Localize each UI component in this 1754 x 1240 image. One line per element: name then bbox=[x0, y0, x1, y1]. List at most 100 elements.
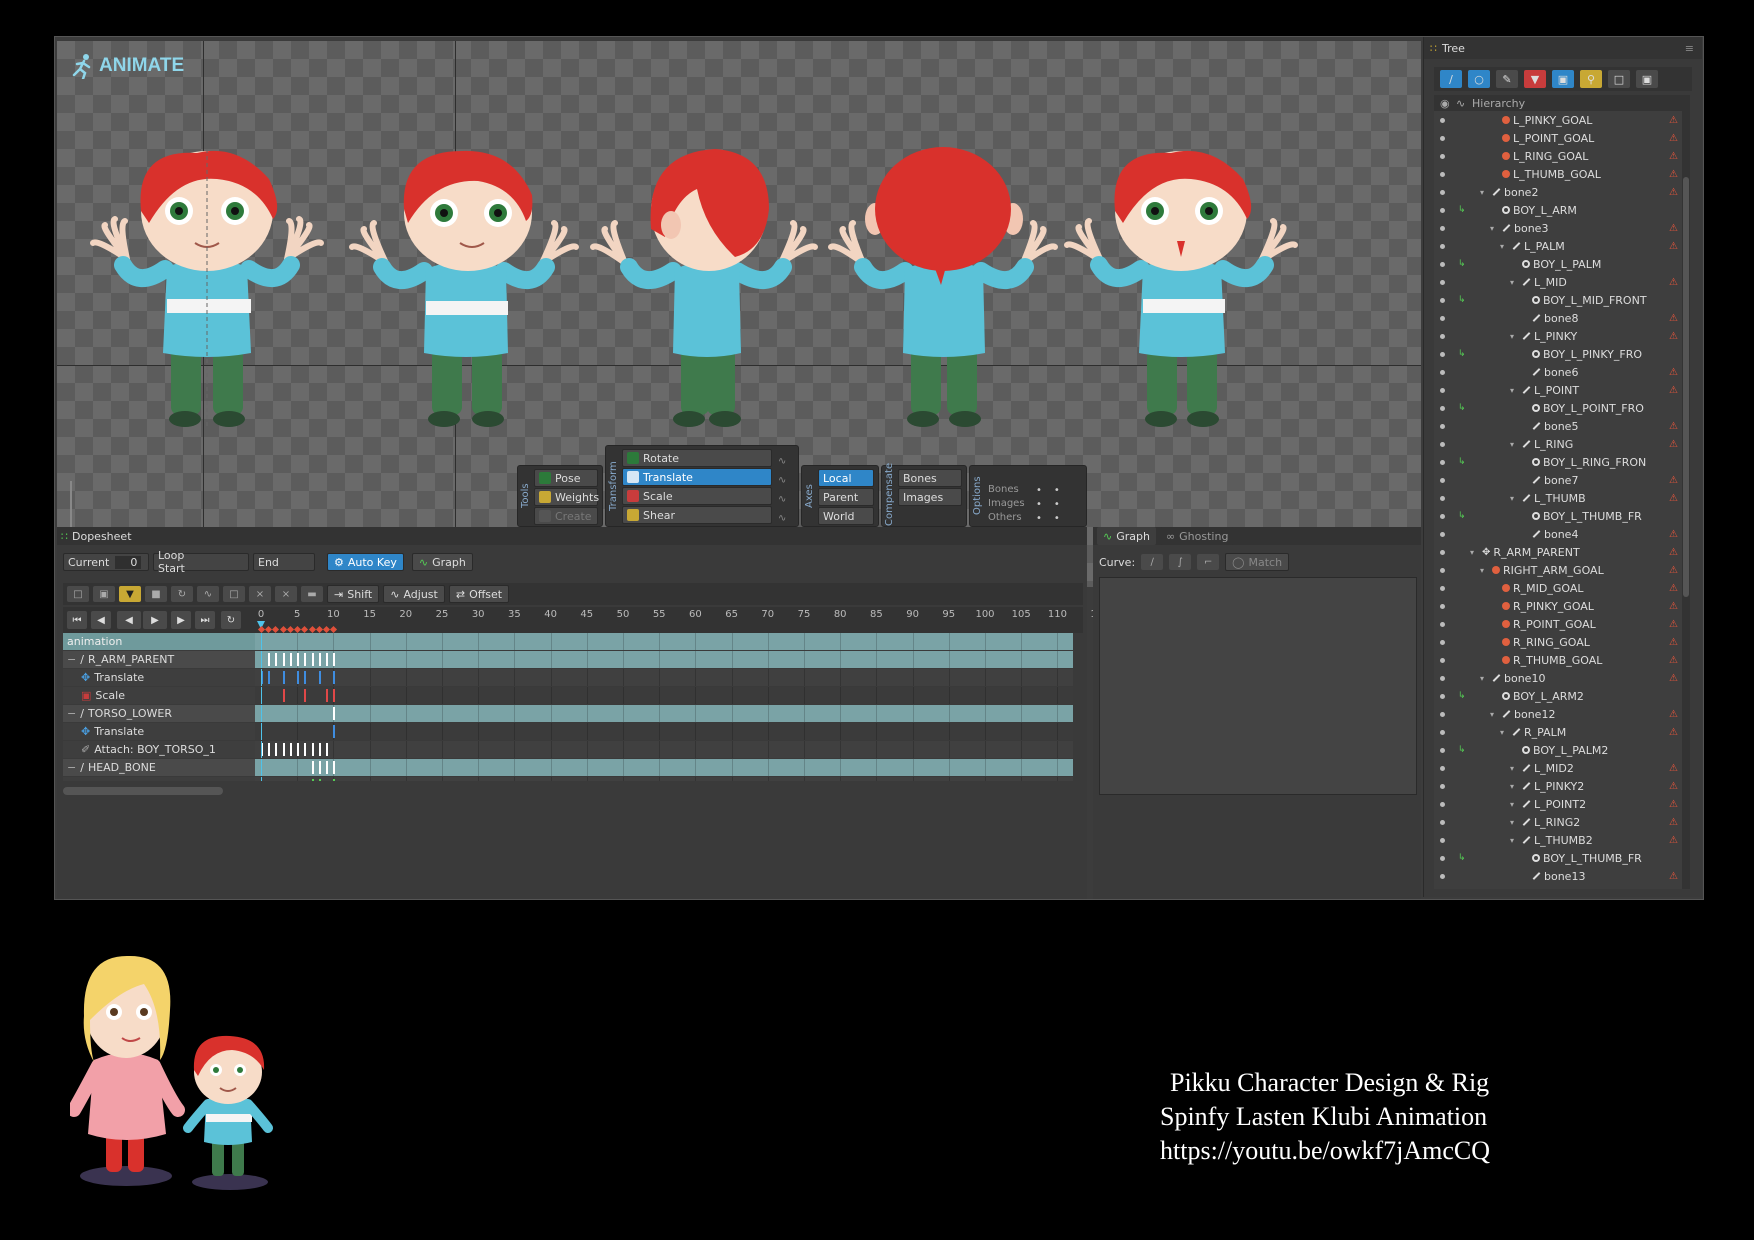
dopesheet-track-row[interactable]: ▣ Scale bbox=[63, 687, 1073, 704]
tree-item[interactable]: ▾ L_PINKY ⚠ bbox=[1434, 327, 1690, 345]
keyframe[interactable] bbox=[275, 653, 278, 666]
tree-item[interactable]: R_THUMB_GOAL ⚠ bbox=[1434, 651, 1690, 669]
last-frame-icon[interactable]: ⏭ bbox=[195, 611, 215, 629]
options-toggles[interactable]: •• •• •• bbox=[1036, 484, 1072, 526]
next-key-icon[interactable]: ▶ bbox=[171, 611, 191, 629]
keyframe[interactable] bbox=[304, 671, 307, 684]
keyframe[interactable] bbox=[282, 653, 285, 666]
key-diamond[interactable] bbox=[286, 625, 294, 634]
expand-caret-icon[interactable]: ▾ bbox=[1490, 224, 1499, 233]
tree-item[interactable]: ↳ BOY_L_THUMB_FR bbox=[1434, 507, 1690, 525]
expand-caret-icon[interactable]: ▾ bbox=[1510, 494, 1519, 503]
visibility-dot-icon[interactable] bbox=[1440, 315, 1445, 321]
current-value[interactable]: 0 bbox=[115, 555, 142, 569]
tree-item[interactable]: L_PINKY_GOAL ⚠ bbox=[1434, 111, 1690, 129]
zoom-slider[interactable] bbox=[70, 481, 72, 531]
match-button[interactable]: ◯ Match bbox=[1225, 553, 1290, 571]
visibility-dot-icon[interactable] bbox=[1440, 819, 1445, 825]
keyframe[interactable] bbox=[268, 743, 271, 756]
keyframe[interactable] bbox=[311, 653, 314, 666]
visibility-dot-icon[interactable] bbox=[1440, 675, 1445, 681]
tree-item[interactable]: ▾ bone12 ⚠ bbox=[1434, 705, 1690, 723]
filter-icon[interactable]: ▼ bbox=[119, 586, 141, 602]
visibility-dot-icon[interactable] bbox=[1440, 621, 1445, 627]
offset-button[interactable]: ⇄ Offset bbox=[448, 585, 510, 603]
keyframe[interactable] bbox=[333, 779, 336, 781]
duplicate-icon[interactable]: □ bbox=[223, 586, 245, 602]
current-frame-field[interactable]: Current 0 bbox=[63, 553, 149, 571]
expand-caret-icon[interactable]: ▾ bbox=[1480, 188, 1489, 197]
keyframe[interactable] bbox=[282, 671, 285, 684]
tree-item[interactable]: ↳ BOY_L_PALM2 bbox=[1434, 741, 1690, 759]
tree-item[interactable]: ↳ BOY_L_PALM bbox=[1434, 255, 1690, 273]
visibility-dot-icon[interactable] bbox=[1440, 171, 1445, 177]
tree-item[interactable]: ▾ ✥ R_ARM_PARENT ⚠ bbox=[1434, 543, 1690, 561]
attachments-filter-icon[interactable]: ✎ bbox=[1496, 70, 1518, 88]
key-diamond[interactable] bbox=[279, 625, 287, 634]
keyframe[interactable] bbox=[318, 743, 321, 756]
visibility-dot-icon[interactable] bbox=[1440, 549, 1445, 555]
keyframe[interactable] bbox=[318, 653, 321, 666]
track-lane[interactable] bbox=[255, 759, 1073, 776]
clear-icon[interactable]: × bbox=[275, 586, 297, 602]
collapse-icon[interactable]: − bbox=[67, 653, 76, 666]
dopesheet-track-row[interactable]: animation bbox=[63, 633, 1073, 650]
track-lane[interactable] bbox=[255, 669, 1073, 686]
visibility-dot-icon[interactable] bbox=[1440, 567, 1445, 573]
tree-item[interactable]: ▾ bone3 ⚠ bbox=[1434, 219, 1690, 237]
visibility-dot-icon[interactable] bbox=[1440, 495, 1445, 501]
visibility-dot-icon[interactable] bbox=[1440, 423, 1445, 429]
character-back-view[interactable] bbox=[823, 139, 1063, 459]
tree-item[interactable]: L_THUMB_GOAL ⚠ bbox=[1434, 165, 1690, 183]
character-three-quarter-view[interactable] bbox=[342, 139, 582, 459]
tree-item[interactable]: ▾ L_PALM ⚠ bbox=[1434, 237, 1690, 255]
visibility-dot-icon[interactable] bbox=[1440, 603, 1445, 609]
graph-tab[interactable]: ∿ Graph bbox=[1097, 527, 1156, 545]
slots-filter-icon[interactable]: ○ bbox=[1468, 70, 1490, 88]
expand-caret-icon[interactable]: ▾ bbox=[1510, 764, 1519, 773]
keyframe[interactable] bbox=[282, 689, 285, 702]
tree-item[interactable]: ↳ BOY_L_POINT_FRO bbox=[1434, 399, 1690, 417]
tree-item[interactable]: bone4 ⚠ bbox=[1434, 525, 1690, 543]
key-diamond[interactable] bbox=[272, 625, 280, 634]
translate-button[interactable]: Translate bbox=[622, 468, 772, 486]
visibility-dot-icon[interactable] bbox=[1440, 765, 1445, 771]
track-lane[interactable] bbox=[255, 723, 1073, 740]
transform-link-icons[interactable]: ∿ ∿ ∿ ∿ bbox=[778, 452, 786, 528]
keyframe[interactable] bbox=[333, 707, 336, 720]
first-frame-icon[interactable]: ⏮ bbox=[67, 611, 87, 629]
key-diamond[interactable] bbox=[301, 625, 309, 634]
viewport[interactable]: ANIMATE Tools Pose Weights Create Transf… bbox=[57, 41, 1421, 587]
tree-item[interactable]: ▾ R_PALM ⚠ bbox=[1434, 723, 1690, 741]
track-lane[interactable] bbox=[255, 633, 1073, 650]
dopesheet-track-row[interactable]: ↻ Rotate bbox=[63, 777, 1073, 781]
key-diamond[interactable] bbox=[308, 625, 316, 634]
tree-item[interactable]: L_RING_GOAL ⚠ bbox=[1434, 147, 1690, 165]
visibility-dot-icon[interactable] bbox=[1440, 837, 1445, 843]
expand-caret-icon[interactable]: ▾ bbox=[1500, 728, 1509, 737]
collapse-all-icon[interactable]: ▣ bbox=[1636, 70, 1658, 88]
expand-caret-icon[interactable]: ▾ bbox=[1510, 440, 1519, 449]
tree-item[interactable]: ↳ BOY_L_ARM2 bbox=[1434, 687, 1690, 705]
keyframe[interactable] bbox=[318, 779, 321, 781]
timeline-ruler[interactable]: 0 5 10 15 20 25 30 35 40 45 50 55 60 65 70 75 80 85 90 95 10… bbox=[255, 607, 1097, 634]
loop-icon[interactable]: ↻ bbox=[171, 586, 193, 602]
character-side-view[interactable] bbox=[585, 139, 825, 459]
keyframe[interactable] bbox=[304, 689, 307, 702]
tree-item[interactable]: ↳ BOY_L_MID_FRONT bbox=[1434, 291, 1690, 309]
tree-item[interactable]: ▾ L_POINT2 ⚠ bbox=[1434, 795, 1690, 813]
visibility-dot-icon[interactable] bbox=[1440, 225, 1445, 231]
visibility-dot-icon[interactable] bbox=[1440, 459, 1445, 465]
keyframe[interactable] bbox=[326, 761, 329, 774]
loop-start-field[interactable]: Loop Start bbox=[153, 549, 249, 575]
visibility-dot-icon[interactable] bbox=[1440, 153, 1445, 159]
visibility-dot-icon[interactable] bbox=[1440, 261, 1445, 267]
keyframe[interactable] bbox=[275, 743, 278, 756]
keyframe[interactable] bbox=[333, 671, 336, 684]
visibility-dot-icon[interactable] bbox=[1440, 369, 1445, 375]
ghosting-tab[interactable]: ∞ Ghosting bbox=[1159, 527, 1235, 545]
tree-item[interactable]: ▾ L_MID ⚠ bbox=[1434, 273, 1690, 291]
adjust-button[interactable]: ∿ Adjust bbox=[383, 585, 445, 603]
keyframe[interactable] bbox=[318, 761, 321, 774]
tree-item[interactable]: ▾ bone2 ⚠ bbox=[1434, 183, 1690, 201]
